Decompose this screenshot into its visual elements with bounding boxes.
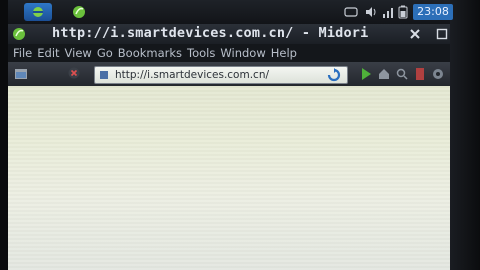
battery-icon[interactable]: [398, 5, 408, 19]
network-icon[interactable]: [382, 5, 394, 19]
tab-panel-icon[interactable]: [14, 68, 28, 80]
apps-icon: [33, 7, 43, 17]
page-viewport[interactable]: [8, 86, 450, 270]
bookmark-icon[interactable]: [414, 67, 426, 81]
panel-clock[interactable]: 23:08: [413, 4, 453, 20]
page-icon: [100, 71, 108, 79]
system-panel: 23:08: [8, 0, 453, 24]
forward-icon[interactable]: [360, 67, 372, 81]
browser-launcher-icon[interactable]: [72, 5, 86, 19]
menu-edit[interactable]: Edit: [37, 46, 59, 60]
menu-go[interactable]: Go: [97, 46, 113, 60]
restore-icon[interactable]: [436, 28, 448, 40]
close-icon[interactable]: [408, 27, 422, 41]
screen-bezel-right: [450, 0, 480, 270]
start-menu-button[interactable]: [24, 3, 52, 21]
menu-file[interactable]: File: [13, 46, 32, 60]
volume-icon[interactable]: [364, 5, 378, 19]
home-icon[interactable]: [378, 68, 390, 80]
navigation-toolbar: http://i.smartdevices.com.cn/: [8, 62, 450, 86]
window-title: http://i.smartdevices.com.cn/ - Midori: [52, 25, 369, 41]
menu-bookmarks[interactable]: Bookmarks: [118, 46, 182, 60]
midori-icon: [13, 28, 25, 40]
menubar: File Edit View Go Bookmarks Tools Window…: [8, 44, 450, 62]
screen-bezel-left: [0, 0, 8, 270]
stop-icon[interactable]: [68, 67, 80, 79]
menu-tools[interactable]: Tools: [187, 46, 215, 60]
window-titlebar[interactable]: http://i.smartdevices.com.cn/ - Midori: [8, 24, 450, 44]
menu-window[interactable]: Window: [220, 46, 265, 60]
menu-view[interactable]: View: [65, 46, 92, 60]
mail-icon[interactable]: [344, 5, 358, 19]
menu-help[interactable]: Help: [271, 46, 297, 60]
search-icon[interactable]: [396, 68, 408, 80]
reload-icon[interactable]: [327, 68, 341, 82]
address-bar[interactable]: http://i.smartdevices.com.cn/: [94, 66, 348, 84]
menu-icon[interactable]: [432, 68, 444, 80]
address-input[interactable]: http://i.smartdevices.com.cn/: [115, 67, 269, 83]
